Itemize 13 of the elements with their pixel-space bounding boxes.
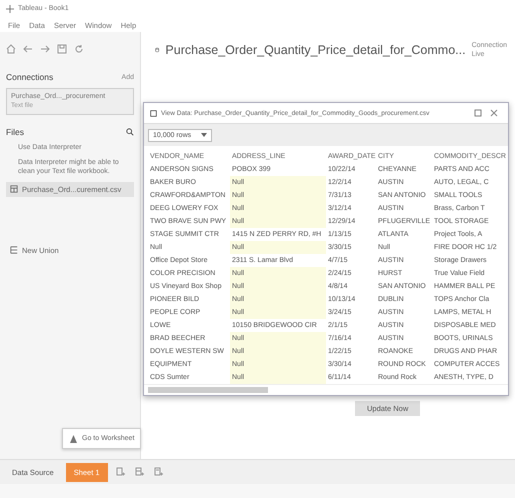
- back-arrow-icon: [23, 44, 33, 54]
- refresh-icon: [74, 44, 84, 54]
- union-icon: [10, 246, 18, 254]
- search-icon: [126, 128, 134, 136]
- save-icon: [57, 44, 67, 54]
- files-heading: Files: [6, 126, 24, 137]
- home-icon: [6, 44, 16, 54]
- caret-icon: [201, 133, 208, 137]
- data-source-title: Purchase_Order_Quantity_Price_detail_for_Commo...: [165, 43, 466, 57]
- scrollbar-thumb[interactable]: [148, 387, 268, 393]
- app-logo-icon: [6, 5, 14, 13]
- connections-heading: Connections: [6, 72, 54, 82]
- forward-arrow-icon: [40, 44, 50, 54]
